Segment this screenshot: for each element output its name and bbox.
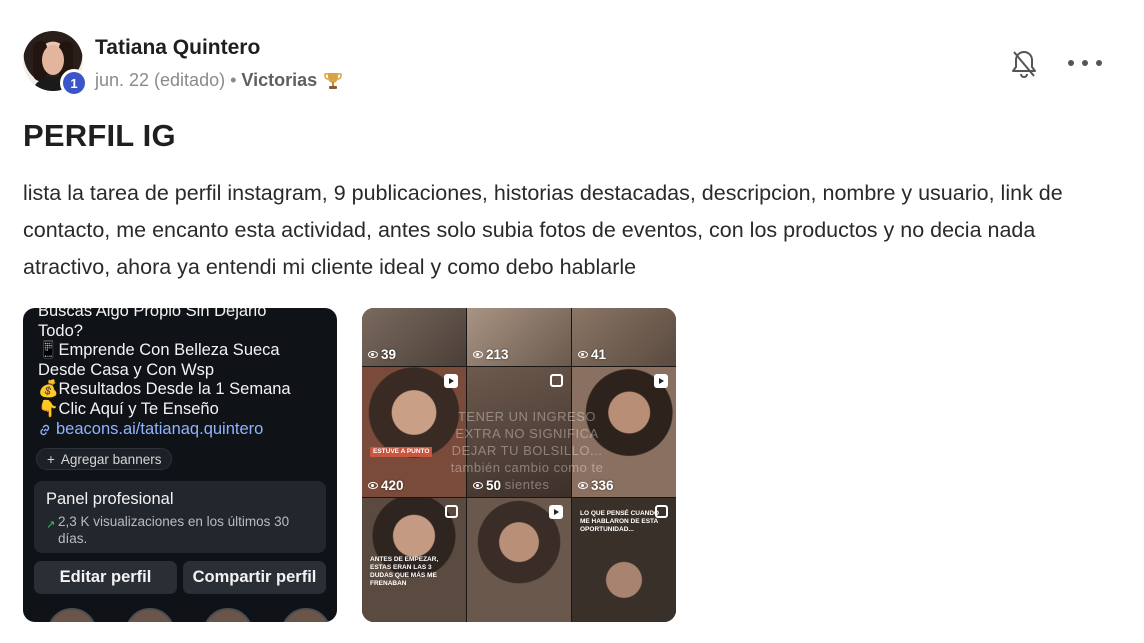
plus-icon: + bbox=[47, 451, 55, 467]
bell-off-icon[interactable] bbox=[1010, 48, 1038, 80]
grid-cell: 213 bbox=[467, 308, 571, 366]
grid-cell: ANTES DE EMPEZAR, ESTAS ERAN LAS 3 DUDAS… bbox=[362, 498, 466, 622]
bio-link: beacons.ai/tatianaq.quintero bbox=[38, 420, 263, 439]
post-image-profile[interactable]: Buscas Algo Propio Sin Dejarlo Todo? 📱Em… bbox=[23, 308, 337, 622]
overlay-text: ESTUVE A PUNTO bbox=[370, 447, 433, 457]
overlay-text: ANTES DE EMPEZAR, ESTAS ERAN LAS 3 DUDAS… bbox=[370, 556, 439, 587]
chip-label: Agregar banners bbox=[60, 451, 162, 467]
eye-icon bbox=[473, 351, 483, 358]
bio-line: Buscas Algo Propio Sin Dejarlo bbox=[38, 308, 267, 320]
bio-line: 👇Clic Aquí y Te Enseño bbox=[38, 399, 219, 418]
view-count: 420 bbox=[368, 478, 404, 493]
highlight-circle bbox=[47, 608, 97, 622]
add-banners-chip: + Agregar banners bbox=[36, 448, 173, 470]
view-count: 41 bbox=[578, 347, 606, 362]
trophy-icon bbox=[324, 72, 342, 89]
view-count: 39 bbox=[368, 347, 396, 362]
highlight-circle bbox=[125, 608, 175, 622]
bio-link-text: beacons.ai/tatianaq.quintero bbox=[56, 420, 264, 438]
grid-cell bbox=[467, 498, 571, 622]
post-image-grid[interactable]: 39 213 41 ESTUVE A PUNTO 420 50 336 ANTE… bbox=[362, 308, 676, 622]
level-badge: 1 bbox=[60, 69, 88, 97]
more-options-icon[interactable] bbox=[1068, 52, 1102, 74]
view-count: 213 bbox=[473, 347, 509, 362]
link-icon bbox=[40, 424, 50, 435]
post-body: lista la tarea de perfil instagram, 9 pu… bbox=[23, 181, 1063, 279]
post-title: PERFIL IG bbox=[23, 118, 176, 153]
highlight-circle bbox=[203, 608, 253, 622]
bio-line: 📱Emprende Con Belleza Sueca bbox=[38, 341, 280, 359]
post-category[interactable]: Victorias bbox=[241, 70, 317, 91]
bio-line: 💰Resultados Desde la 1 Semana bbox=[38, 380, 291, 398]
overlay-text: LO QUE PENSÉ CUANDO ME HABLARON DE ESTA … bbox=[580, 510, 660, 533]
bio-text: Buscas Algo Propio Sin Dejarlo Todo? 📱Em… bbox=[38, 308, 328, 419]
bio-line: Todo? bbox=[38, 321, 83, 340]
bio-line: Desde Casa y Con Wsp bbox=[38, 360, 215, 379]
grid-cell: 41 bbox=[572, 308, 676, 366]
trend-up-icon: ↗ bbox=[46, 519, 56, 531]
author-name[interactable]: Tatiana Quintero bbox=[95, 36, 260, 60]
share-profile-button: Compartir perfil bbox=[183, 561, 326, 594]
highlight-circle bbox=[281, 608, 331, 622]
post-meta: jun. 22 (editado) • Victorias bbox=[95, 70, 342, 91]
author-avatar[interactable]: 1 bbox=[23, 31, 88, 97]
reel-icon bbox=[549, 505, 563, 519]
panel-subtitle: 2,3 K visualizaciones en los últimos 30 … bbox=[58, 514, 290, 546]
eye-icon bbox=[578, 351, 588, 358]
post-date: jun. 22 (editado) bbox=[95, 70, 226, 90]
reel-icon bbox=[444, 374, 458, 388]
ghost-overlay-text: TENER UN INGRESO EXTRA NO SIGNIFICA DEJA… bbox=[450, 409, 604, 492]
professional-panel: Panel profesional ↗ 2,3 K visualizacione… bbox=[34, 481, 326, 553]
carousel-icon bbox=[550, 374, 563, 387]
panel-title: Panel profesional bbox=[46, 490, 174, 508]
edit-profile-button: Editar perfil bbox=[34, 561, 177, 594]
grid-cell: LO QUE PENSÉ CUANDO ME HABLARON DE ESTA … bbox=[572, 498, 676, 622]
eye-icon bbox=[368, 351, 378, 358]
grid-cell: 39 bbox=[362, 308, 466, 366]
reel-icon bbox=[654, 374, 668, 388]
meta-separator: • bbox=[230, 70, 237, 90]
carousel-icon bbox=[445, 505, 458, 518]
eye-icon bbox=[368, 482, 378, 489]
